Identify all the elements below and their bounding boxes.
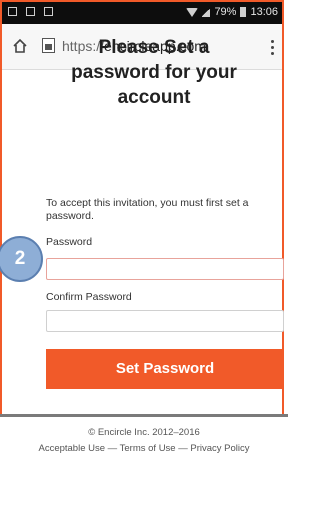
page-title: Please Set a password for your account — [8, 35, 300, 110]
password-field[interactable] — [46, 258, 284, 280]
notification-icons — [8, 7, 53, 16]
confirm-password-field[interactable] — [46, 310, 284, 332]
status-bar: 79% 13:06 — [2, 2, 282, 24]
title-line: password for your — [71, 62, 237, 83]
confirm-password-label: Confirm Password — [46, 291, 132, 303]
battery-icon — [240, 7, 247, 17]
clock: 13:06 — [250, 6, 278, 18]
gallery-icon — [8, 7, 17, 16]
footer-links[interactable]: Acceptable Use — Terms of Use — Privacy … — [0, 443, 288, 454]
image-icon — [44, 7, 53, 16]
title-line: Please Set a — [98, 37, 210, 58]
intro-text: To accept this invitation, you must firs… — [46, 197, 249, 222]
battery-percent: 79% — [214, 6, 237, 18]
wifi-icon — [186, 7, 199, 17]
screenshot-icon — [26, 7, 35, 16]
footer-divider — [0, 414, 288, 417]
password-label: Password — [46, 236, 93, 248]
title-line: account — [117, 87, 191, 108]
system-icons: 79% 13:06 — [186, 6, 278, 18]
copyright-text: © Encircle Inc. 2012–2016 — [88, 427, 200, 438]
set-password-button[interactable]: Set Password — [46, 349, 284, 389]
signal-icon — [202, 7, 211, 17]
